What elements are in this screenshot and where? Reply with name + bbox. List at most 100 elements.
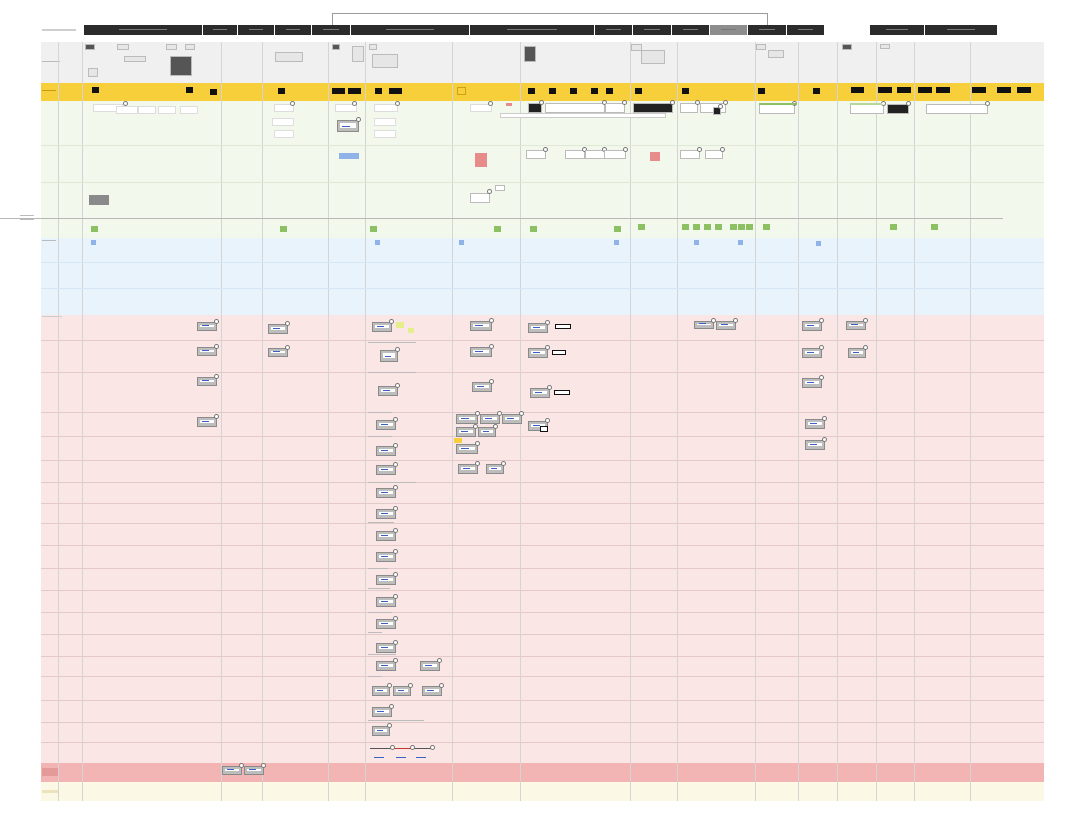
screen-button [475,325,483,326]
screen-button [477,386,485,387]
circle-connector-icon [393,594,398,599]
screen-strip [116,106,138,114]
screen-button [427,690,435,691]
frontstage-marker [91,240,96,245]
stage-header [787,25,825,35]
column-divider [798,42,799,801]
circle-connector-icon [408,683,413,688]
column-divider [837,42,838,801]
lane-label-pain [42,768,58,776]
row-divider [41,182,1044,183]
circle-connector-icon [985,101,990,106]
lane-label-touchpoints [42,90,56,91]
screen-button [202,421,210,422]
connector-line [368,654,396,655]
context-thumbnail [85,44,95,50]
stage-header-line [248,29,264,30]
circle-connector-icon [489,318,494,323]
screen-button [273,351,281,352]
circle-connector-icon [489,379,494,384]
pain-note [475,153,487,167]
screen-button [810,423,818,424]
header-bracket [332,13,768,25]
context-thumbnail [275,52,303,62]
row-divider [41,612,1044,613]
connector-line [368,612,392,613]
note-card [89,195,109,205]
screen-strip [604,150,626,159]
context-thumbnail [352,46,364,62]
screen-button [721,324,729,325]
circle-connector-icon [393,485,398,490]
touchpoint-icon [635,88,642,94]
board-title [42,29,76,31]
circle-connector-icon [723,100,728,105]
circle-connector-icon [487,189,492,194]
timeline-label [374,757,384,758]
circle-connector-icon [214,344,219,349]
circle-connector-icon [547,385,552,390]
screen-button [377,690,384,691]
screen-button [377,730,384,731]
screen-button [381,556,389,557]
circle-connector-icon [214,374,219,379]
action-marker [704,224,711,230]
row-divider [41,412,1044,413]
circle-connector-icon [393,462,398,467]
action-marker [715,224,722,230]
row-divider [41,676,1044,677]
circle-connector-icon [214,414,219,419]
screen-button [227,769,235,770]
action-marker [91,226,98,232]
context-thumbnail [88,68,98,77]
touchpoint-icon [92,87,99,93]
circle-connector-icon [733,318,738,323]
circle-connector-icon [622,100,627,105]
circle-connector-icon [519,411,524,416]
screen-button [381,469,389,470]
circle-connector-icon [439,683,444,688]
side-strip [555,324,571,329]
connector-line [368,522,394,523]
circle-connector-icon [395,347,400,352]
screen-button [485,418,493,419]
context-thumbnail [117,44,129,50]
screen-button [699,323,707,324]
circle-connector-icon [389,319,394,324]
screen-thumbnail [456,414,478,424]
stage-header [710,25,748,35]
timeline-label [396,757,406,758]
action-marker [693,224,700,230]
screen-strip [180,106,198,114]
circle-connector-icon [393,506,398,511]
circle-connector-icon [543,147,548,152]
connector-line [368,372,416,373]
screen-button [483,431,490,432]
frontstage-lane [41,238,1044,315]
circle-connector-icon [493,424,498,429]
screen-strip [374,118,396,126]
context-thumbnail [185,44,195,50]
connector-line [368,436,392,437]
stage-header-line [606,29,621,30]
timeline-label [416,757,426,758]
screen-button [807,352,815,353]
screen-thumbnail [470,321,492,331]
context-thumbnail [524,46,536,62]
column-divider [970,42,971,801]
row-divider [41,340,1044,341]
touchpoint-icon [682,88,689,94]
screen-button [851,324,859,325]
stage-header [672,25,710,35]
screen-button [853,352,860,353]
screen-thumbnail [470,347,492,357]
circle-connector-icon [410,745,415,750]
circle-connector-icon [718,104,723,109]
screen-button [533,352,541,353]
screen-button [807,382,815,383]
row-divider [41,262,1044,263]
progress-bar [850,103,882,105]
frontstage-marker [459,240,464,245]
row-divider [41,288,1044,289]
stage-header-line [759,29,775,30]
